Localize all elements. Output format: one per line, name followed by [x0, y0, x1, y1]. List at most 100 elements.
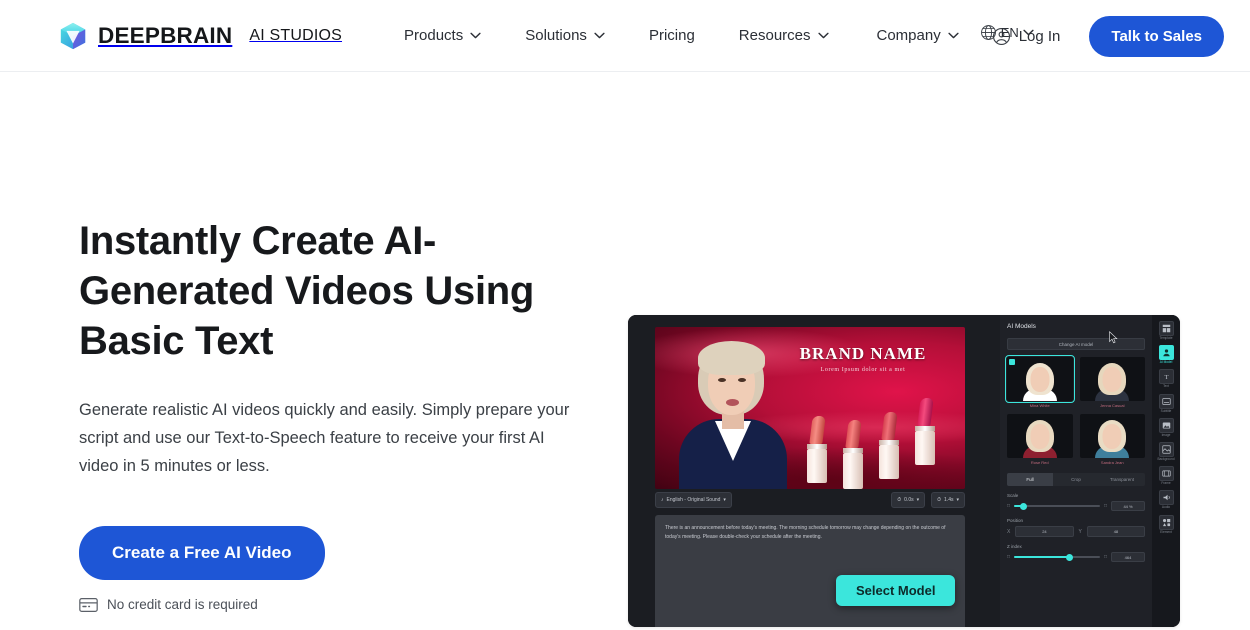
change-ai-model-button[interactable]: Change AI model	[1007, 338, 1145, 350]
tab-crop[interactable]: Crop	[1053, 473, 1099, 486]
credit-card-icon	[79, 597, 98, 612]
brand-title-text: BRAND NAME	[799, 344, 927, 363]
no-credit-card-label: No credit card is required	[107, 597, 258, 612]
model-grid: Mina White Jenna Casual Rose Red Sandra …	[1005, 355, 1145, 465]
model-card[interactable]: Rose Red	[1007, 414, 1073, 465]
script-textarea[interactable]: There is an announcement before today's …	[655, 515, 965, 627]
position-x-icon: X	[1007, 528, 1011, 535]
canvas-toolbar: ♪ English - Original Sound ▾ ⏱ 0.0s ▾ ⏱ …	[655, 489, 965, 511]
text-icon: T	[1158, 369, 1174, 385]
nav-item-solutions[interactable]: Solutions	[525, 27, 605, 44]
rail-label: Subtitle	[1160, 408, 1172, 413]
zindex-min-icon: □	[1007, 554, 1011, 560]
model-card[interactable]: Mina White	[1005, 355, 1075, 408]
start-time-chip[interactable]: ⏱ 0.0s ▾	[891, 492, 926, 508]
frame-icon	[1158, 466, 1174, 482]
chevron-down-icon	[948, 32, 959, 39]
rail-label: Element	[1160, 529, 1172, 534]
rail-label: Template	[1159, 336, 1173, 340]
voice-selector-chip[interactable]: ♪ English - Original Sound ▾	[655, 492, 732, 508]
hero-section: Instantly Create AI-Generated Videos Usi…	[0, 72, 1250, 630]
model-name: Sandra Jean	[1100, 460, 1124, 465]
product-mockup: BRAND NAME Lorem Ipsum dolor sit a met ♪…	[628, 315, 1180, 627]
lipstick-product-image	[799, 393, 959, 489]
nav-label: Pricing	[648, 27, 695, 44]
panel-title: AI Models	[1007, 323, 1036, 330]
hero-copy: Instantly Create AI-Generated Videos Usi…	[0, 72, 600, 630]
main-nav: Products Solutions Pricing Resources Com…	[404, 27, 959, 44]
video-preview[interactable]: BRAND NAME Lorem Ipsum dolor sit a met	[655, 327, 965, 489]
rail-item-ai-model[interactable]: AI Model	[1154, 345, 1178, 364]
chevron-down-icon	[594, 32, 605, 39]
create-free-ai-video-button[interactable]: Create a Free AI Video	[79, 526, 325, 580]
chevron-down-icon: ▾	[916, 497, 920, 503]
language-label: EN	[1000, 25, 1019, 40]
position-x-value[interactable]: 24	[1015, 526, 1074, 537]
editor-mockup: BRAND NAME Lorem Ipsum dolor sit a met ♪…	[628, 315, 1180, 627]
scale-slider[interactable]	[1014, 502, 1100, 510]
editor-tool-rail: Template AI Model T Text Subtitle Image …	[1152, 315, 1180, 627]
scale-value[interactable]: 44 %	[1111, 501, 1145, 511]
scale-min-icon: □	[1007, 503, 1011, 509]
nav-item-company[interactable]: Company	[877, 27, 959, 44]
rail-item-element[interactable]: Element	[1154, 514, 1178, 534]
rail-item-background[interactable]: Background	[1154, 442, 1178, 461]
rail-item-audio[interactable]: Audio	[1154, 490, 1178, 509]
crop-mode-tabs: Full Crop Transparent	[1007, 473, 1145, 486]
model-name: Rose Red	[1030, 460, 1049, 465]
rail-item-text[interactable]: T Text	[1154, 369, 1178, 388]
ai-models-panel: AI Models Change AI model Mina White Jen…	[1000, 315, 1152, 627]
subtitle-icon	[1158, 393, 1174, 409]
model-card[interactable]: Jenna Casual	[1079, 357, 1145, 408]
zindex-control: □ □ 464	[1007, 552, 1145, 562]
language-switcher[interactable]: EN	[980, 24, 1034, 41]
rail-item-template[interactable]: Template	[1154, 321, 1178, 340]
select-model-button[interactable]: Select Model	[836, 575, 956, 606]
tab-full[interactable]: Full	[1007, 473, 1053, 486]
brand-name-overlay: BRAND NAME Lorem Ipsum dolor sit a met	[773, 345, 953, 373]
ai-model-icon	[1158, 345, 1174, 361]
model-card[interactable]: Sandra Jean	[1079, 414, 1145, 465]
tab-transparent[interactable]: Transparent	[1099, 473, 1145, 486]
position-y-value[interactable]: 48	[1086, 526, 1145, 537]
duration-chip[interactable]: ⏱ 1.4s ▾	[931, 492, 965, 508]
nav-item-pricing[interactable]: Pricing	[649, 27, 695, 44]
rail-label: Image	[1161, 432, 1171, 437]
nav-label: Company	[876, 27, 941, 44]
chevron-down-icon	[1023, 29, 1034, 36]
start-time-label: 0.0s	[904, 497, 914, 503]
background-icon	[1158, 442, 1174, 458]
zindex-value[interactable]: 464	[1111, 552, 1145, 562]
model-name: Mina White	[1029, 403, 1050, 408]
brand-logo[interactable]: DEEPBRAIN AI STUDIOS	[58, 21, 342, 51]
brand-subtitle: AI STUDIOS	[249, 26, 343, 44]
nav-label: Solutions	[525, 27, 587, 44]
chevron-down-icon	[470, 32, 481, 39]
zindex-max-icon: □	[1103, 554, 1107, 560]
site-header: DEEPBRAIN AI STUDIOS Products Solutions …	[0, 0, 1250, 72]
talk-to-sales-button[interactable]: Talk to Sales	[1089, 15, 1224, 57]
nav-item-products[interactable]: Products	[404, 27, 481, 44]
chevron-down-icon: ▾	[956, 497, 959, 503]
scale-label: Scale	[1007, 493, 1019, 498]
scale-control: □ □ 44 %	[1007, 501, 1145, 511]
header-right-group: EN Log In Talk to Sales	[980, 0, 1250, 72]
globe-icon	[980, 24, 997, 41]
nav-item-resources[interactable]: Resources	[739, 27, 829, 44]
timing-chips: ⏱ 0.0s ▾ ⏱ 1.4s ▾	[891, 492, 965, 508]
position-control: X 24 Y 48	[1007, 526, 1145, 537]
voice-label: English - Original Sound	[666, 497, 721, 503]
svg-text:T: T	[1164, 375, 1169, 382]
brand-sub-text: Lorem Ipsum dolor sit a met	[820, 367, 906, 373]
rail-label: Frame	[1161, 481, 1171, 486]
audio-icon	[1158, 490, 1174, 506]
rail-label: AI Model	[1159, 360, 1173, 365]
chevron-down-icon: ▾	[723, 497, 726, 503]
rail-item-image[interactable]: Image	[1154, 417, 1178, 437]
rail-item-frame[interactable]: Frame	[1154, 466, 1178, 485]
position-y-icon: Y	[1078, 528, 1082, 535]
ai-presenter-avatar	[673, 337, 793, 489]
rail-item-subtitle[interactable]: Subtitle	[1154, 393, 1178, 413]
editor-canvas-area: BRAND NAME Lorem Ipsum dolor sit a met ♪…	[628, 315, 1000, 627]
zindex-slider[interactable]	[1014, 553, 1100, 561]
